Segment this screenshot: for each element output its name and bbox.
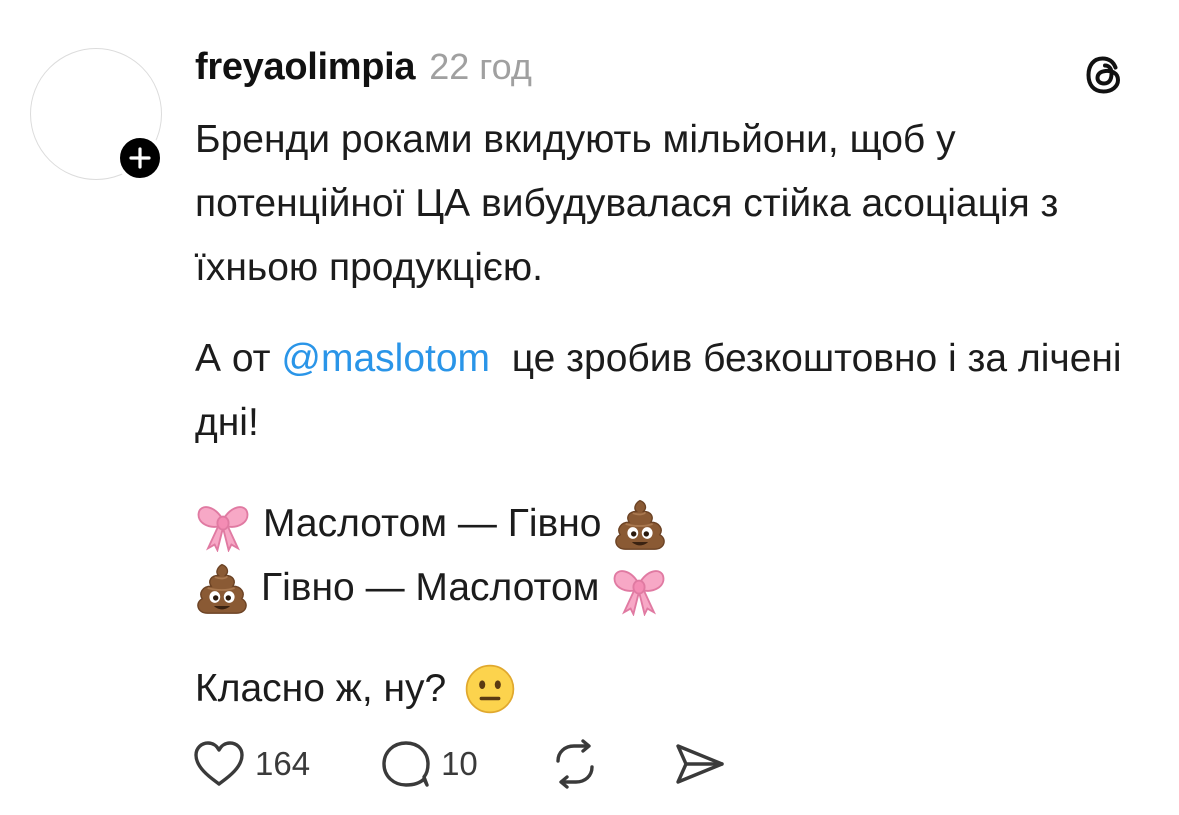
send-icon (676, 744, 724, 784)
like-button[interactable]: 164 (192, 740, 310, 788)
username-link[interactable]: freyaolimpia (195, 46, 416, 89)
emoji-line-2: Гівно — Маслотом (195, 556, 1135, 620)
heart-icon (194, 741, 244, 786)
like-count: 164 (255, 745, 311, 782)
comment-bubble-icon (382, 741, 430, 787)
mention-link[interactable]: @maslotom (281, 337, 490, 380)
paragraph-2-prefix: А от (195, 337, 271, 380)
post-body: Бренди роками вкидують мільйони, щоб у п… (195, 108, 1135, 721)
post-timestamp[interactable]: 22 год (429, 46, 532, 88)
closing-text: Класно ж, ну? (195, 667, 447, 710)
line-1-text: Маслотом — Гівно (263, 502, 602, 545)
line-2-text: Гівно — Маслотом (261, 566, 600, 609)
post-header: freyaolimpia 22 год (195, 46, 532, 96)
repost-icon (556, 739, 594, 789)
post-actions-bar: 164 10 (192, 738, 798, 790)
threads-post: freyaolimpia 22 год Бренди роками вкидую… (0, 0, 1179, 815)
reply-count: 10 (441, 745, 478, 782)
closing-line: Класно ж, ну? (195, 657, 1135, 721)
neutral-face-icon (464, 663, 516, 715)
threads-logo-icon[interactable] (1080, 50, 1130, 100)
ribbon-bow-icon (611, 560, 667, 616)
ribbon-bow-icon (195, 496, 251, 552)
pile-of-poo-icon (613, 497, 667, 551)
share-button[interactable] (672, 740, 728, 788)
post-paragraph-2: А от @maslotom це зробив безкоштовно і з… (195, 327, 1135, 455)
emoji-line-1: Маслотом — Гівно (195, 492, 1135, 556)
pile-of-poo-icon (195, 561, 249, 615)
reply-button[interactable]: 10 (380, 739, 478, 789)
follow-plus-icon[interactable] (116, 134, 164, 182)
avatar-container[interactable] (30, 48, 164, 182)
post-paragraph-1: Бренди роками вкидують мільйони, щоб у п… (195, 118, 1059, 289)
repost-button[interactable] (548, 739, 602, 789)
